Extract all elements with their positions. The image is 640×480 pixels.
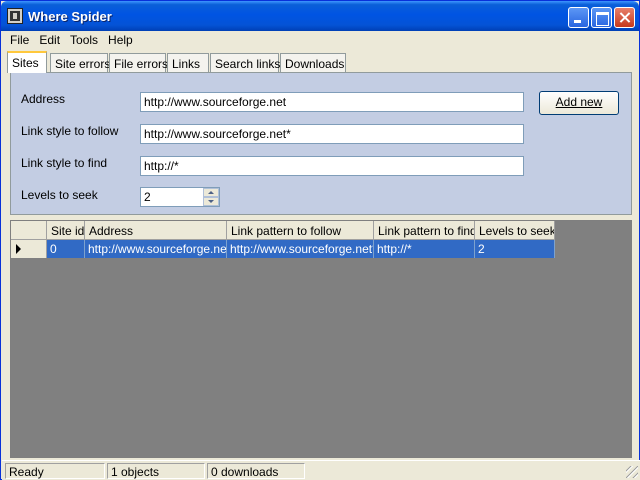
grid-header: Site id Address Link pattern to follow L… xyxy=(11,221,555,240)
address-field[interactable] xyxy=(140,92,524,112)
tab-site-errors[interactable]: Site errors xyxy=(50,53,110,72)
tab-search-links[interactable]: Search links xyxy=(210,53,280,72)
levels-value[interactable]: 2 xyxy=(144,190,151,204)
find-label: Link style to find xyxy=(21,156,108,170)
col-levels[interactable]: Levels to seek xyxy=(475,221,555,240)
cell-levels[interactable]: 2 xyxy=(475,240,555,258)
levels-label: Levels to seek xyxy=(21,188,98,202)
row-selector[interactable] xyxy=(11,240,47,258)
cell-follow-pattern[interactable]: http://www.sourceforge.net* xyxy=(227,240,374,258)
tab-links[interactable]: Links xyxy=(167,53,209,72)
address-label: Address xyxy=(21,92,66,106)
status-state: Ready xyxy=(5,463,105,479)
find-pattern-field[interactable] xyxy=(140,156,524,176)
add-new-button[interactable]: Add new xyxy=(539,91,619,115)
cell-address[interactable]: http://www.sourceforge.net xyxy=(85,240,227,258)
table-row[interactable]: 0 http://www.sourceforge.net http://www.… xyxy=(11,240,555,258)
follow-label: Link style to follow xyxy=(21,124,119,138)
row-header-corner xyxy=(11,221,47,240)
tab-sites[interactable]: Sites xyxy=(7,51,47,73)
menu-tools[interactable]: Tools xyxy=(65,31,103,50)
menu-file[interactable]: File xyxy=(5,31,34,50)
menu-help[interactable]: Help xyxy=(103,31,138,50)
site-form-panel: Address Link style to follow Link style … xyxy=(10,72,632,215)
current-row-arrow-icon xyxy=(16,244,21,254)
follow-pattern-field[interactable] xyxy=(140,124,524,144)
col-site-id[interactable]: Site id xyxy=(47,221,85,240)
status-downloads: 0 downloads xyxy=(207,463,305,479)
status-objects: 1 objects xyxy=(107,463,205,479)
sites-grid[interactable]: Site id Address Link pattern to follow L… xyxy=(10,220,632,458)
resize-grip-icon[interactable] xyxy=(626,466,638,478)
col-find-pattern[interactable]: Link pattern to find xyxy=(374,221,475,240)
cell-site-id[interactable]: 0 xyxy=(47,240,85,258)
spin-up-arrow-icon[interactable] xyxy=(203,188,219,197)
close-button[interactable] xyxy=(614,7,635,28)
window-title: Where Spider xyxy=(28,9,112,24)
levels-stepper[interactable]: 2 xyxy=(140,187,220,207)
cell-find-pattern[interactable]: http://* xyxy=(374,240,475,258)
main-window: Where Spider File Edit Tools Help Sites … xyxy=(0,0,640,480)
title-bar[interactable]: Where Spider xyxy=(1,1,639,31)
menu-bar: File Edit Tools Help xyxy=(5,31,138,50)
col-follow-pattern[interactable]: Link pattern to follow xyxy=(227,221,374,240)
maximize-button[interactable] xyxy=(591,7,612,28)
col-address[interactable]: Address xyxy=(85,221,227,240)
tab-downloads[interactable]: Downloads xyxy=(280,53,346,72)
spin-down-arrow-icon[interactable] xyxy=(203,197,219,206)
minimize-button[interactable] xyxy=(568,7,589,28)
menu-edit[interactable]: Edit xyxy=(34,31,65,50)
tab-file-errors[interactable]: File errors xyxy=(109,53,168,72)
app-icon[interactable] xyxy=(7,8,23,24)
status-bar: Ready 1 objects 0 downloads xyxy=(2,460,640,480)
